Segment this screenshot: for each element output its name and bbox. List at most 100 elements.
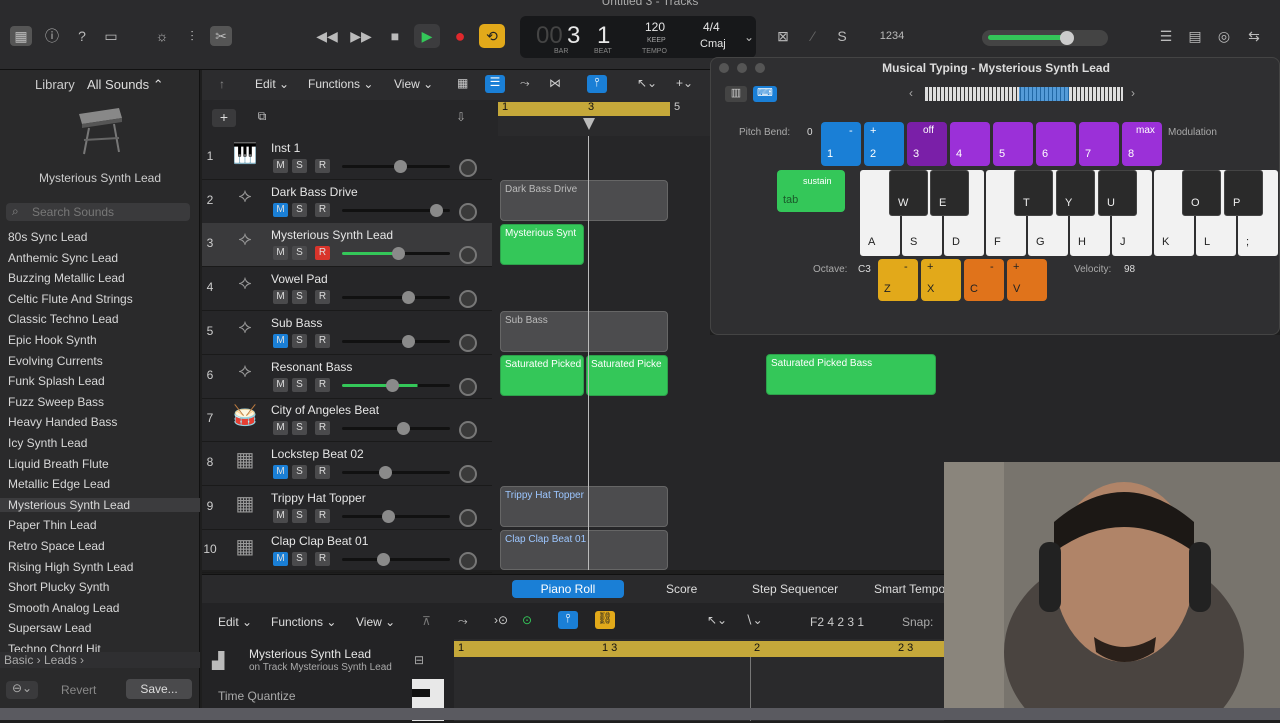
region-trippy-hat-topper[interactable]: Trippy Hat Topper (500, 486, 668, 527)
pan-knob[interactable] (459, 202, 477, 221)
record-enable-button[interactable]: R (315, 552, 330, 567)
edit-menu[interactable]: Edit ⌄ (255, 77, 289, 91)
forward-icon[interactable]: ▶▶ (348, 24, 374, 48)
patch-item[interactable]: Buzzing Metallic Lead (8, 271, 125, 285)
arrange-area-extended[interactable]: Saturated Picked Bass (710, 335, 944, 570)
region-dark-bass-drive[interactable]: Dark Bass Drive (500, 180, 668, 221)
tab-smart-tempo[interactable]: Smart Tempo (874, 582, 945, 596)
record-enable-button[interactable]: R (315, 464, 330, 479)
add-track-button[interactable]: + (212, 109, 236, 127)
view-menu[interactable]: View ⌄ (394, 77, 433, 91)
record-enable-button[interactable]: R (315, 333, 330, 348)
search-input[interactable]: ⌕ Search Sounds (6, 203, 190, 221)
octave-right-icon[interactable]: › (1131, 86, 1135, 100)
track-name[interactable]: Vowel Pad (271, 272, 328, 286)
octave-up-key[interactable]: + X (921, 259, 961, 301)
black-key[interactable]: U (1098, 170, 1137, 216)
automation-icon[interactable]: ⤳ (520, 76, 530, 91)
volume-knob[interactable] (379, 465, 392, 479)
track-name[interactable]: Trippy Hat Topper (271, 491, 366, 505)
instrument-icon[interactable]: ⟡ (230, 360, 260, 392)
browser-icon[interactable]: ⇆ (1243, 26, 1265, 46)
save-button[interactable]: Save... (126, 679, 192, 699)
black-key[interactable]: O (1182, 170, 1221, 216)
volume-slider[interactable] (342, 291, 450, 305)
loop-browser-icon[interactable]: ◎ (1213, 26, 1235, 46)
mute-button[interactable]: M (273, 333, 288, 348)
sustain-key[interactable]: sustain tab (777, 170, 845, 212)
mixer-icon[interactable]: ⫶ (181, 26, 203, 46)
grid-view-icon[interactable]: ▦ (457, 76, 468, 90)
region-view-icon[interactable]: ⊟ (414, 653, 424, 667)
region-mysterious-synth[interactable]: Mysterious Synt (500, 224, 584, 265)
patch-item[interactable]: Celtic Flute And Strings (8, 292, 133, 306)
volume-slider[interactable] (342, 247, 450, 261)
flex-icon[interactable]: ⋈ (549, 76, 561, 90)
track-header[interactable]: 4 ⟡ Vowel Pad M S R (202, 267, 492, 312)
breadcrumb-text[interactable]: Basic › Leads › (4, 653, 84, 667)
smart-controls-icon[interactable]: ☼ (151, 26, 173, 46)
editor-view-menu[interactable]: View ⌄ (356, 615, 395, 629)
instrument-icon[interactable]: 🥁 (230, 403, 260, 435)
black-key[interactable]: P (1224, 170, 1263, 216)
record-icon[interactable]: ● (447, 24, 473, 48)
mute-button[interactable]: M (273, 290, 288, 305)
keyboard-overview[interactable] (925, 87, 1123, 101)
pan-knob[interactable] (459, 290, 477, 309)
settings-icon[interactable]: ⊖⌄ (6, 681, 38, 699)
pan-knob[interactable] (459, 421, 477, 440)
patch-item[interactable]: Mysterious Synth Lead (0, 497, 200, 512)
pan-knob[interactable] (459, 159, 477, 177)
solo-icon[interactable]: S (831, 26, 853, 46)
tab-step-sequencer[interactable]: Step Sequencer (752, 582, 838, 596)
volume-knob[interactable] (402, 334, 415, 348)
patch-item[interactable]: Evolving Currents (8, 354, 103, 368)
solo-button[interactable]: S (292, 508, 307, 523)
patch-item[interactable]: Funk Splash Lead (8, 374, 105, 388)
track-name[interactable]: Inst 1 (271, 141, 300, 155)
patch-item[interactable]: Icy Synth Lead (8, 436, 87, 450)
lcd-display[interactable]: 00 3 1 BAR BEAT 120 KEEP TEMPO 4/4 Cmaj … (520, 16, 756, 58)
volume-knob[interactable] (392, 247, 405, 261)
solo-button[interactable]: S (292, 159, 307, 173)
track-header[interactable]: 7 🥁 City of Angeles Beat M S R (202, 398, 492, 443)
black-key[interactable]: Y (1056, 170, 1095, 216)
velocity-up-key[interactable]: + V (1007, 259, 1047, 301)
region-saturated-picked-bass[interactable]: Saturated Picked Bass (766, 354, 936, 395)
editor-pencil-icon[interactable]: ∖⌄ (745, 613, 763, 627)
help-icon[interactable]: ? (71, 26, 93, 46)
patch-item[interactable]: Classic Techno Lead (8, 312, 119, 326)
pan-knob[interactable] (459, 464, 477, 483)
track-name[interactable]: Resonant Bass (271, 360, 352, 374)
functions-menu[interactable]: Functions ⌄ (308, 77, 373, 91)
track-name[interactable]: City of Angeles Beat (271, 403, 379, 417)
mute-button[interactable]: M (273, 421, 288, 436)
mute-button[interactable]: M (273, 246, 288, 261)
pan-knob[interactable] (459, 246, 477, 265)
volume-slider[interactable] (342, 160, 450, 173)
region-saturated-picked-1[interactable]: Saturated Picked (500, 355, 584, 396)
inspector-icon[interactable]: ⓘ (41, 26, 63, 46)
patch-item[interactable]: 80s Sync Lead (8, 230, 87, 244)
typing-mode-icon[interactable]: ⌨ (753, 86, 777, 102)
midi-in-icon[interactable]: ›⊙ (494, 613, 508, 627)
link-icon[interactable]: ⛓ (595, 611, 615, 629)
solo-button[interactable]: S (292, 464, 307, 479)
instrument-icon[interactable]: ⟡ (230, 185, 260, 217)
track-name[interactable]: Sub Bass (271, 316, 322, 330)
black-key[interactable]: T (1014, 170, 1053, 216)
modulation-key-5[interactable]: 5 (993, 122, 1033, 166)
instrument-icon[interactable]: ▦ (230, 447, 260, 479)
cycle-region[interactable] (498, 102, 670, 116)
patch-item[interactable]: Liquid Breath Flute (8, 457, 109, 471)
track-header[interactable]: 1 🎹 Inst 1 MSR (202, 136, 492, 180)
solo-button[interactable]: S (292, 246, 307, 261)
mute-button[interactable]: M (273, 377, 288, 392)
tab-piano-roll[interactable]: Piano Roll (512, 580, 624, 598)
record-enable-button[interactable]: R (315, 202, 330, 217)
instrument-icon[interactable]: ▦ (230, 534, 260, 566)
tab-score[interactable]: Score (666, 582, 697, 596)
editor-edit-menu[interactable]: Edit ⌄ (218, 615, 252, 629)
secondary-tool-icon[interactable]: +⌄ (676, 76, 693, 90)
record-enable-button[interactable]: R (315, 377, 330, 392)
